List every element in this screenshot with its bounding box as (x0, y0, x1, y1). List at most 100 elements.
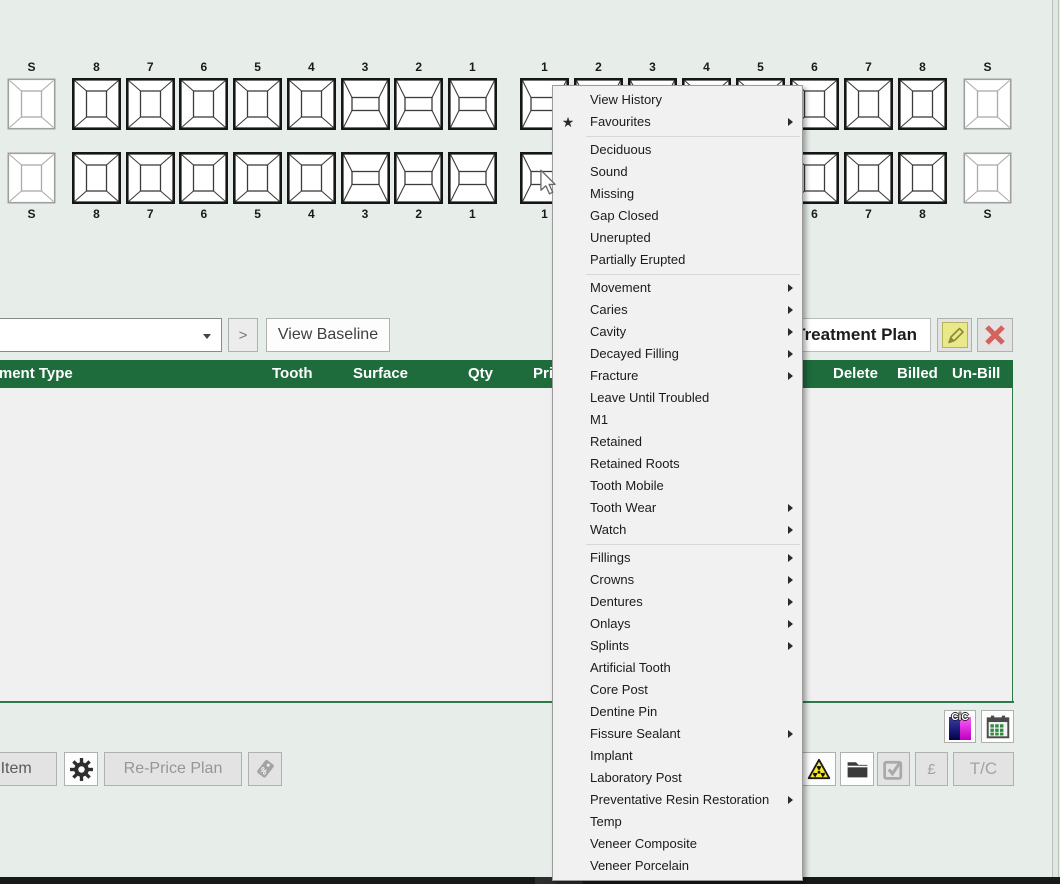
tooth-upper_right-7[interactable] (844, 78, 893, 130)
charge-button[interactable]: £ (915, 752, 948, 786)
menu-item-label: Temp (590, 811, 622, 833)
tc-button[interactable]: T/C (953, 752, 1014, 786)
menu-item-label: Veneer Porcelain (590, 855, 689, 877)
submenu-arrow-icon (788, 620, 793, 628)
menu-item-fissure-sealant[interactable]: Fissure Sealant (553, 723, 802, 745)
edit-plan-button[interactable] (937, 318, 972, 352)
tooth-label-lower_right-S: S (963, 207, 1012, 221)
menu-item-label: Veneer Composite (590, 833, 697, 855)
tooth-label-upper_right-4: 4 (682, 60, 731, 74)
chevron-down-icon (203, 334, 211, 339)
menu-item-core-post[interactable]: Core Post (553, 679, 802, 701)
menu-item-crowns[interactable]: Crowns (553, 569, 802, 591)
menu-item-missing[interactable]: Missing (553, 183, 802, 205)
tooth-upper_left-2[interactable] (394, 78, 443, 130)
tooth-lower_right-8[interactable] (898, 152, 947, 204)
expand-plan-button[interactable]: > (228, 318, 258, 352)
menu-item-label: Sound (590, 161, 628, 183)
menu-item-partially-erupted[interactable]: Partially Erupted (553, 249, 802, 271)
menu-item-dentine-pin[interactable]: Dentine Pin (553, 701, 802, 723)
tooth-lower_left-3[interactable] (341, 152, 390, 204)
menu-item-tooth-mobile[interactable]: Tooth Mobile (553, 475, 802, 497)
pencil-icon (942, 322, 968, 348)
menu-item-artificial-tooth[interactable]: Artificial Tooth (553, 657, 802, 679)
menu-item-splints[interactable]: Splints (553, 635, 802, 657)
menu-item-gap-closed[interactable]: Gap Closed (553, 205, 802, 227)
tooth-upper_left-6[interactable] (179, 78, 228, 130)
tooth-label-upper_left-8: 8 (72, 60, 121, 74)
menu-item-preventative-resin-restoration[interactable]: Preventative Resin Restoration (553, 789, 802, 811)
menu-item-caries[interactable]: Caries (553, 299, 802, 321)
tooth-upper_left-1[interactable] (448, 78, 497, 130)
menu-item-leave-until-troubled[interactable]: Leave Until Troubled (553, 387, 802, 409)
tooth-upper_right-S[interactable] (963, 78, 1012, 130)
tooth-lower_left-5[interactable] (233, 152, 282, 204)
menu-item-label: Unerupted (590, 227, 651, 249)
menu-item-veneer-porcelain[interactable]: Veneer Porcelain (553, 855, 802, 877)
menu-item-favourites[interactable]: ★Favourites (553, 111, 802, 133)
tooth-lower_left-7[interactable] (126, 152, 175, 204)
close-plan-button[interactable] (977, 318, 1013, 352)
tooth-lower_left-4[interactable] (287, 152, 336, 204)
menu-item-retained-roots[interactable]: Retained Roots (553, 453, 802, 475)
tooth-label-upper_right-8: 8 (898, 60, 947, 74)
menu-item-label: Artificial Tooth (590, 657, 671, 679)
documents-button[interactable] (840, 752, 874, 786)
menu-item-implant[interactable]: Implant (553, 745, 802, 767)
menu-separator (586, 544, 800, 545)
menu-item-label: Deciduous (590, 139, 651, 161)
menu-item-view-history[interactable]: View History (553, 89, 802, 111)
tooth-upper_left-3[interactable] (341, 78, 390, 130)
submenu-arrow-icon (788, 576, 793, 584)
reprice-plan-button[interactable]: Re-Price Plan (104, 752, 242, 786)
menu-item-laboratory-post[interactable]: Laboratory Post (553, 767, 802, 789)
menu-item-dentures[interactable]: Dentures (553, 591, 802, 613)
tooth-lower_right-7[interactable] (844, 152, 893, 204)
tooth-upper_left-5[interactable] (233, 78, 282, 130)
approve-button[interactable] (877, 752, 910, 786)
appointment-calendar-button[interactable] (981, 710, 1014, 743)
tooth-upper_left-4[interactable] (287, 78, 336, 130)
tooth-upper_left-S[interactable] (7, 78, 56, 130)
tooth-lower_right-S[interactable] (963, 152, 1012, 204)
tooth-upper_right-8[interactable] (898, 78, 947, 130)
settings-button[interactable] (64, 752, 98, 786)
menu-item-deciduous[interactable]: Deciduous (553, 139, 802, 161)
menu-item-temp[interactable]: Temp (553, 811, 802, 833)
plan-table-body[interactable] (0, 388, 1013, 701)
menu-item-tooth-wear[interactable]: Tooth Wear (553, 497, 802, 519)
tooth-upper_left-8[interactable] (72, 78, 121, 130)
tooth-lower_left-1[interactable] (448, 152, 497, 204)
panel-splitter[interactable] (1052, 0, 1059, 877)
misc-item-button[interactable]: Misc Item (0, 752, 57, 786)
view-baseline-button[interactable]: View Baseline (266, 318, 390, 352)
cic-button[interactable]: CiC (944, 710, 976, 743)
discount-button[interactable]: % (248, 752, 282, 786)
tooth-lower_left-6[interactable] (179, 152, 228, 204)
menu-item-m1[interactable]: M1 (553, 409, 802, 431)
menu-item-movement[interactable]: Movement (553, 277, 802, 299)
tooth-context-menu: View History★Favourites DeciduousSoundMis… (552, 85, 803, 881)
xray-button[interactable] (802, 752, 836, 786)
tooth-lower_left-8[interactable] (72, 152, 121, 204)
tooth-label-upper_left-7: 7 (126, 60, 175, 74)
menu-item-watch[interactable]: Watch (553, 519, 802, 541)
menu-item-veneer-composite[interactable]: Veneer Composite (553, 833, 802, 855)
menu-item-cavity[interactable]: Cavity (553, 321, 802, 343)
menu-item-label: Caries (590, 299, 628, 321)
column-header-surface: Surface (353, 360, 408, 388)
menu-item-unerupted[interactable]: Unerupted (553, 227, 802, 249)
menu-item-label: Leave Until Troubled (590, 387, 709, 409)
menu-item-decayed-filling[interactable]: Decayed Filling (553, 343, 802, 365)
menu-item-retained[interactable]: Retained (553, 431, 802, 453)
tooth-label-lower_right-7: 7 (844, 207, 893, 221)
menu-item-onlays[interactable]: Onlays (553, 613, 802, 635)
tooth-upper_left-7[interactable] (126, 78, 175, 130)
tooth-lower_left-2[interactable] (394, 152, 443, 204)
plan-selector-combobox[interactable] (0, 318, 222, 352)
tooth-lower_left-S[interactable] (7, 152, 56, 204)
tooth-label-lower_left-4: 4 (287, 207, 336, 221)
menu-item-fracture[interactable]: Fracture (553, 365, 802, 387)
menu-item-fillings[interactable]: Fillings (553, 547, 802, 569)
menu-item-sound[interactable]: Sound (553, 161, 802, 183)
